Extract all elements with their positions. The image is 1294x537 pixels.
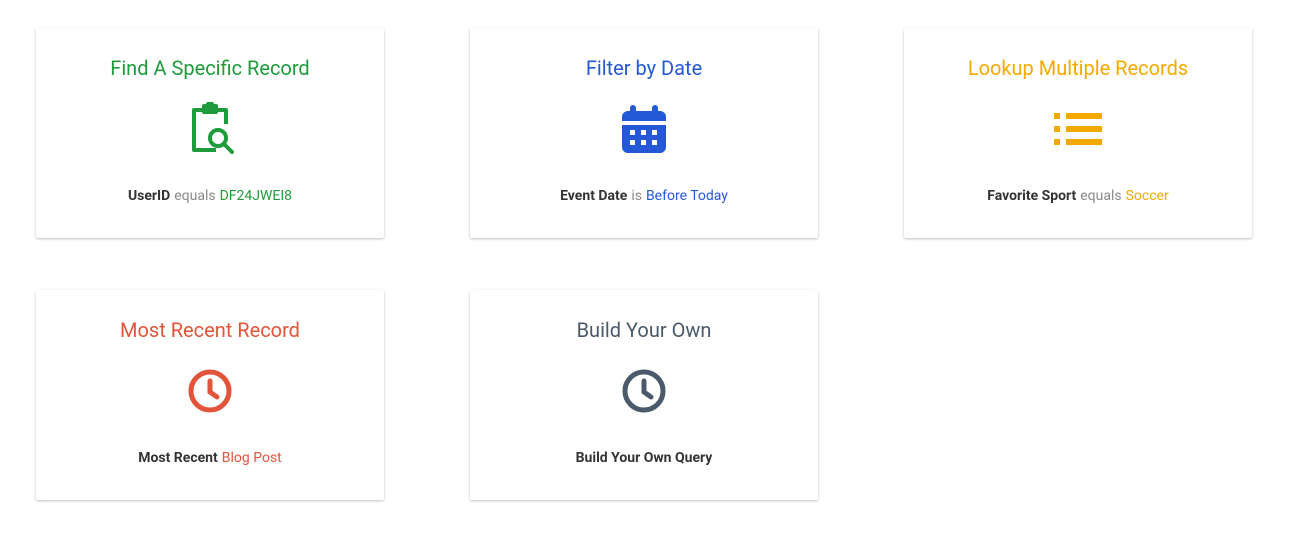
card-find-specific-record[interactable]: Find A Specific Record UserID equals DF2… <box>36 28 384 238</box>
desc-field: Build Your Own Query <box>576 450 713 466</box>
desc-field: Most Recent <box>138 450 218 466</box>
card-desc: Event Date is Before Today <box>560 188 728 204</box>
card-desc: Build Your Own Query <box>576 450 713 466</box>
card-title: Find A Specific Record <box>110 56 309 80</box>
clock-icon <box>620 360 668 422</box>
desc-op: equals <box>1080 188 1121 204</box>
desc-val: Soccer <box>1126 188 1169 204</box>
card-filter-by-date[interactable]: Filter by Date <box>470 28 818 238</box>
clock-icon <box>186 360 234 422</box>
desc-field: Favorite Sport <box>987 188 1076 204</box>
calendar-icon <box>620 98 668 160</box>
card-lookup-multiple-records[interactable]: Lookup Multiple Records Favorite Sport e… <box>904 28 1252 238</box>
card-build-your-own[interactable]: Build Your Own Build Your Own Query <box>470 290 818 500</box>
card-grid: Find A Specific Record UserID equals DF2… <box>36 28 1258 500</box>
card-desc: Favorite Sport equals Soccer <box>987 188 1168 204</box>
desc-op: is <box>631 188 642 204</box>
desc-val: Blog Post <box>222 450 282 466</box>
list-icon <box>1054 98 1102 160</box>
clipboard-search-icon <box>184 98 236 160</box>
card-desc: Most Recent Blog Post <box>138 450 282 466</box>
desc-val: Before Today <box>646 188 728 204</box>
card-title: Filter by Date <box>586 56 702 80</box>
desc-val: DF24JWEI8 <box>220 188 292 204</box>
desc-field: Event Date <box>560 188 627 204</box>
card-title: Build Your Own <box>577 318 712 342</box>
card-most-recent-record[interactable]: Most Recent Record Most Recent Blog Post <box>36 290 384 500</box>
card-desc: UserID equals DF24JWEI8 <box>128 188 292 204</box>
desc-field: UserID <box>128 188 170 204</box>
card-title: Lookup Multiple Records <box>968 56 1188 80</box>
card-title: Most Recent Record <box>120 318 300 342</box>
desc-op: equals <box>174 188 215 204</box>
